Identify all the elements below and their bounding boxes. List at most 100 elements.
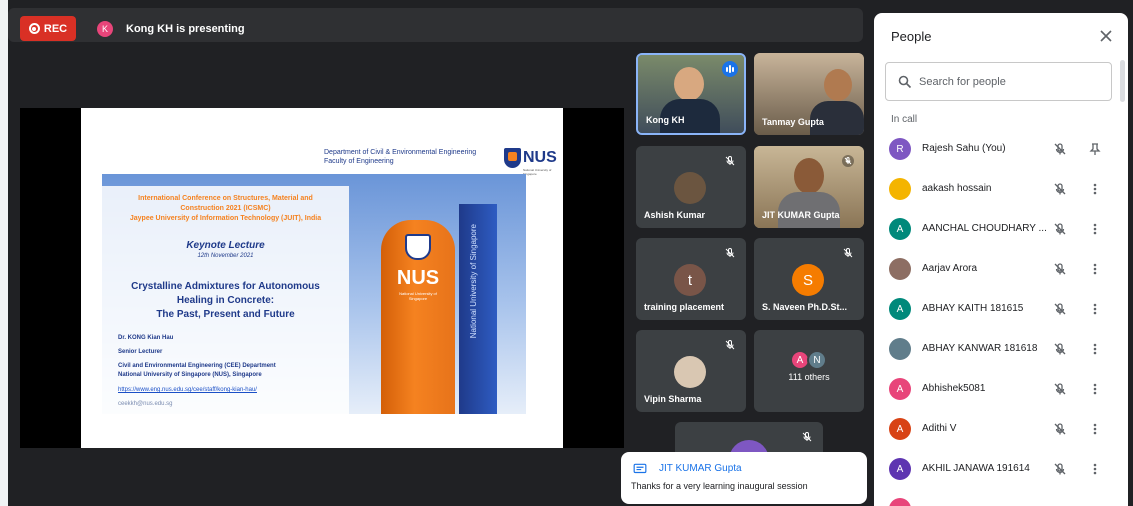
participant-tile[interactable]: Ashish Kumar [636,146,746,228]
participant-row[interactable]: A AANCHAL CHOUDHARY ... [874,210,1128,250]
slide-speaker: Dr. KONG Kian Hau [118,335,174,341]
participant-avatar: R [889,138,911,160]
slide-sign-image: National University of Singapore [459,204,497,414]
participant-tile[interactable]: t training placement [636,238,746,320]
video-face [824,69,852,101]
mic-off-icon [725,339,735,350]
participant-tile[interactable]: Tanmay Gupta [754,53,864,135]
others-tile[interactable]: A N 111 others [754,330,864,412]
slide-title: Crystalline Admixtures for Autonomous He… [131,281,320,320]
record-icon [28,23,40,34]
video-face [794,158,824,194]
participant-photo [674,172,706,204]
slide-url: https://www.eng.nus.edu.sg/cee/staff/kon… [118,387,257,393]
slide-affiliation-2: National University of Singapore (NUS), … [118,372,262,378]
mic-off-icon [1054,263,1066,275]
participant-avatar: S [792,264,824,296]
slide-date: 12th November 2021 [197,253,254,259]
top-bar: REC K Kong KH is presenting [8,8,863,42]
participant-avatar: t [674,264,706,296]
participant-name: ABHAY KANWAR 181618 [922,343,1038,354]
tower-crest-icon [405,234,431,260]
slide-affiliation-1: Civil and Environmental Engineering (CEE… [118,363,276,369]
mic-off-icon [802,431,812,442]
slide-tower-image: NUS National University of Singapore [381,220,455,414]
meet-window: REC K Kong KH is presenting Department o… [0,0,1133,506]
participant-name: Rajesh Sahu (You) [922,143,1006,154]
search-input[interactable] [919,74,1099,90]
participant-name: aakash hossain [922,183,992,194]
participant-tile[interactable]: JIT KUMAR Gupta [754,146,864,228]
mic-off-icon [1054,343,1066,355]
more-options-icon[interactable] [1088,222,1102,236]
mic-off-icon [1054,383,1066,395]
participant-tile[interactable]: Kong KH [636,53,746,135]
mic-off-icon [1054,143,1066,155]
mic-off-icon [1054,223,1066,235]
participant-avatar [889,338,911,360]
participant-avatar: A [889,378,911,400]
slide-department: Department of Civil & Environmental Engi… [324,149,477,165]
search-box[interactable] [885,62,1112,101]
chat-notification[interactable]: JIT KUMAR Gupta Thanks for a very learni… [621,452,867,504]
participant-name: Adithi V [922,423,957,434]
mic-off-icon [1054,423,1066,435]
rec-label: REC [43,22,68,35]
mic-off-icon [842,155,854,167]
mic-off-icon [1054,303,1066,315]
participant-row[interactable]: R Rajesh Sahu (You) [874,130,1128,170]
presenting-text: Kong KH is presenting [126,23,245,35]
more-options-icon[interactable] [1088,342,1102,356]
participant-name: AKHIL JANAWA 191614 [922,463,1030,474]
nus-logo: NUS National University of Singapore [504,148,557,176]
chat-icon [633,463,647,474]
participant-avatar: A [889,418,911,440]
participant-row[interactable]: A AKHIL JANAWA 191614 [874,450,1128,490]
participant-tile[interactable]: S S. Naveen Ph.D.St... [754,238,864,320]
participant-avatar [889,258,911,280]
participant-avatar: A [889,218,911,240]
mic-off-icon [1054,463,1066,475]
participant-avatar: N [807,350,827,370]
more-options-icon[interactable] [1088,422,1102,436]
participant-row[interactable]: A Abhishek5081 [874,370,1128,410]
participant-row[interactable]: Aarjav Arora [874,250,1128,290]
participant-name: Abhishek5081 [922,383,986,394]
participant-row[interactable]: aakash hossain [874,170,1128,210]
slide-conference: International Conference on Structures, … [129,195,322,222]
participant-tile[interactable]: Vipin Sharma [636,330,746,412]
participant-name: Aarjav Arora [922,263,978,274]
pin-icon[interactable] [1088,142,1102,156]
participant-row[interactable] [874,490,1128,506]
participant-avatar [889,498,911,506]
speaking-icon [722,61,738,77]
chat-message: Thanks for a very learning inaugural ses… [631,481,808,491]
presenter-avatar: K [97,21,113,37]
more-options-icon[interactable] [1088,382,1102,396]
presenting-chip[interactable]: K Kong KH is presenting [89,15,259,43]
slide-keynote: Keynote Lecture [186,240,265,251]
video-face [674,67,704,101]
more-options-icon[interactable] [1088,182,1102,196]
slide-email: ceekkh@nus.edu.sg [118,401,173,407]
participant-name: AANCHAL CHOUDHARY ... [922,223,1047,234]
more-options-icon[interactable] [1088,302,1102,316]
participant-row[interactable]: A ABHAY KAITH 181615 [874,290,1128,330]
presentation-stage[interactable]: Department of Civil & Environmental Engi… [20,108,624,448]
people-panel: People In call R Rajesh Sahu (You) aakash … [874,13,1128,506]
nus-crest-icon [504,148,521,168]
panel-scrollbar[interactable] [1120,60,1125,102]
presentation-slide: Department of Civil & Environmental Engi… [81,108,563,448]
mic-off-icon [1054,183,1066,195]
participant-row[interactable]: ABHAY KANWAR 181618 [874,330,1128,370]
recording-badge[interactable]: REC [20,16,76,41]
participant-avatar: A [889,298,911,320]
participant-avatar [889,178,911,200]
more-options-icon[interactable] [1088,462,1102,476]
close-icon[interactable] [1099,29,1113,43]
participant-row[interactable]: A Adithi V [874,410,1128,450]
left-edge [0,0,8,506]
panel-title: People [891,29,932,44]
search-icon [898,75,912,89]
more-options-icon[interactable] [1088,262,1102,276]
